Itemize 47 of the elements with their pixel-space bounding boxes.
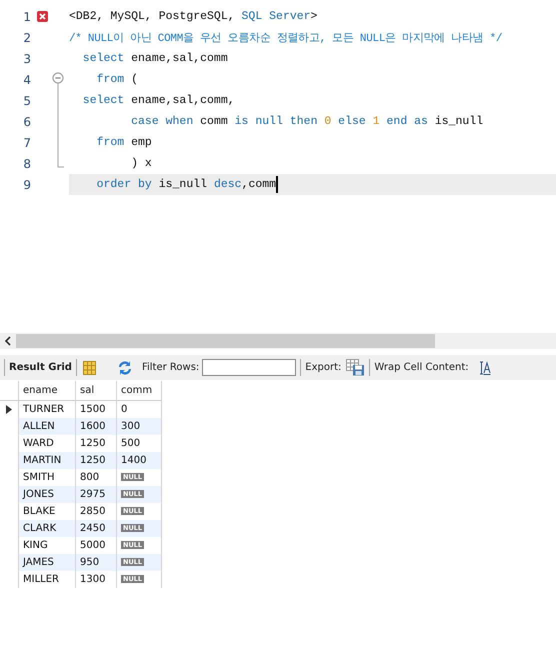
export-icon[interactable] bbox=[346, 359, 366, 376]
scrollbar-thumb[interactable] bbox=[16, 334, 435, 348]
text-cursor bbox=[276, 176, 278, 193]
table-cell: 300 bbox=[116, 418, 162, 435]
code-line: /* NULL이 아닌 COMM을 우선 오름차순 정렬하고, 모든 NULL은 마지막에 나타냄 */ bbox=[69, 32, 504, 47]
code-line: select ename,sal,comm, bbox=[82, 93, 236, 109]
line-number: 6 bbox=[22, 114, 32, 128]
table-cell: 1300 bbox=[76, 571, 116, 588]
column-header[interactable]: ename bbox=[18, 381, 76, 400]
column-header[interactable]: sal bbox=[76, 381, 116, 400]
refresh-icon[interactable] bbox=[116, 360, 133, 376]
line-number: 4 bbox=[22, 72, 32, 86]
table-cell: JAMES bbox=[18, 554, 76, 571]
wrap-text-icon[interactable] bbox=[478, 360, 491, 374]
table-cell: 2450 bbox=[76, 520, 116, 537]
line-number: 2 bbox=[22, 30, 32, 44]
table-cell: JONES bbox=[18, 486, 76, 503]
scroll-left-icon[interactable] bbox=[4, 336, 12, 346]
column-header[interactable]: comm bbox=[116, 381, 162, 400]
code-line: ) x bbox=[130, 156, 153, 172]
code-line: case when comm is null then 0 else 1 end as is_null bbox=[130, 114, 484, 130]
table-cell: 950 bbox=[76, 554, 116, 571]
line-number: 3 bbox=[22, 52, 32, 66]
code-line: select ename,sal,comm bbox=[82, 51, 229, 67]
line-number: 5 bbox=[22, 94, 32, 108]
table-cell: 1250 bbox=[76, 452, 116, 469]
line-number: 8 bbox=[22, 156, 32, 170]
line-number: 9 bbox=[22, 178, 32, 192]
filter-input-field[interactable] bbox=[202, 359, 296, 376]
wrap-cell-content-label: Wrap Cell Content: bbox=[374, 362, 469, 373]
table-cell: MARTIN bbox=[18, 452, 76, 469]
export-label: Export: bbox=[305, 362, 342, 373]
grid-columns-icon[interactable] bbox=[82, 360, 96, 374]
table-cell: ALLEN bbox=[18, 418, 76, 435]
table-cell: MILLER bbox=[18, 571, 76, 588]
filter-rows-label: Filter Rows: bbox=[142, 362, 200, 373]
result-grid-tab[interactable]: Result Grid bbox=[9, 362, 72, 373]
line-number: 1 bbox=[22, 10, 32, 24]
code-line: from ( bbox=[96, 72, 140, 88]
table-cell: 1400 bbox=[116, 452, 162, 469]
table-cell: 1600 bbox=[76, 418, 116, 435]
code-line: from emp bbox=[96, 135, 153, 151]
error-icon[interactable] bbox=[36, 11, 48, 22]
table-cell: 2975 bbox=[76, 486, 116, 503]
line-number: 7 bbox=[22, 136, 32, 150]
table-cell: CLARK bbox=[18, 520, 76, 537]
code-line: <DB2, MySQL, PostgreSQL, SQL Server> bbox=[69, 9, 318, 25]
